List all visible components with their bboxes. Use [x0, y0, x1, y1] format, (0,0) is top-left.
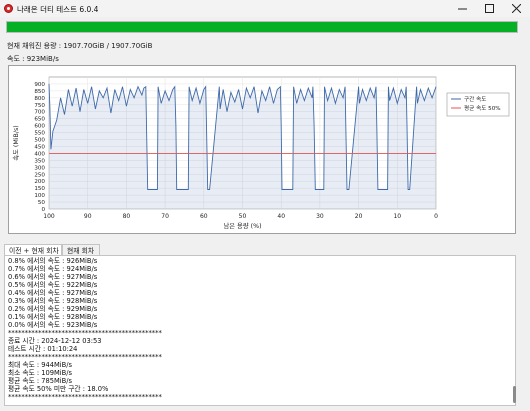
log-line: 0.7% 에서의 속도 : 924MiB/s [8, 265, 98, 273]
log-line: 종료 시간 : 2024-12-12 03:53 [8, 337, 102, 345]
y-tick-label: 600 [34, 124, 45, 130]
log-line: 0.4% 에서의 속도 : 927MiB/s [8, 289, 98, 297]
speed-label: 속도 : 923MiB/s [7, 55, 59, 63]
log-line: 0.2% 에서의 속도 : 929MiB/s [8, 305, 98, 313]
y-tick-label: 400 [34, 151, 45, 157]
x-tick-label: 90 [84, 213, 92, 220]
speed-chart: 0 50 100 150 200 250 300 350 400 450 500 550 600 650 7… [8, 65, 516, 234]
log-line: 0.8% 에서의 속도 : 926MiB/s [8, 257, 98, 265]
x-axis-label: 남은 용량 (%) [223, 221, 261, 230]
y-tick-label: 200 [34, 179, 45, 185]
x-tick-label: 30 [316, 213, 324, 220]
window-title: 나래온 더티 테스트 6.0.4 [17, 5, 99, 14]
y-tick-label: 150 [34, 186, 45, 192]
log-line: 최대 속도 : 944MiB/s [8, 361, 72, 369]
x-tick-label: 40 [277, 213, 285, 220]
x-tick-label: 10 [393, 213, 401, 220]
log-line: ****************************************… [8, 329, 162, 337]
log-line: 0.3% 에서의 속도 : 928MiB/s [8, 297, 98, 305]
y-tick-label: 800 [34, 96, 45, 102]
x-tick-label: 100 [43, 213, 55, 220]
log-line: 최소 속도 : 109MiB/s [8, 369, 72, 377]
progress-fill [7, 22, 517, 32]
y-tick-label: 50 [38, 200, 46, 206]
maximize-button[interactable] [476, 0, 503, 17]
y-tick-label: 750 [34, 103, 45, 109]
log-line: 0.6% 에서의 속도 : 927MiB/s [8, 273, 98, 281]
y-tick-label: 300 [34, 165, 45, 171]
log-scrollbar[interactable] [512, 255, 517, 406]
log-line: 테스트 시간 : 01:10:24 [8, 345, 78, 353]
legend-label: 구간 속도 [464, 95, 486, 103]
x-tick-label: 60 [200, 213, 208, 220]
y-tick-label: 900 [34, 82, 45, 88]
x-tick-label: 80 [123, 213, 131, 220]
minimize-icon [458, 8, 467, 10]
x-tick-label: 20 [355, 213, 363, 220]
scroll-thumb[interactable] [513, 386, 516, 403]
y-tick-label: 350 [34, 158, 45, 164]
log-line: 평균 속도 50% 미만 구간 : 18.0% [8, 385, 109, 393]
close-icon [511, 3, 522, 14]
maximize-icon [485, 4, 494, 13]
legend-label: 평균 속도 50% [464, 104, 501, 112]
log-line: ****************************************… [8, 353, 162, 361]
x-tick-label: 0 [434, 213, 438, 220]
speed-chart-svg: 0501001502002503003504004505005506006507… [12, 76, 510, 230]
y-tick-label: 650 [34, 117, 45, 123]
log-line: 0.1% 에서의 속도 : 928MiB/s [8, 313, 98, 321]
title-bar: 나래온 더티 테스트 6.0.4 [0, 0, 530, 17]
log-line: ****************************************… [8, 393, 162, 401]
log-line: 0.0% 에서의 속도 : 923MiB/s [8, 321, 98, 329]
minimize-button[interactable] [449, 0, 476, 17]
x-tick-label: 50 [239, 213, 247, 220]
y-axis-label: 속도 (MiB/s) [12, 125, 20, 160]
log-line: 0.5% 에서의 속도 : 922MiB/s [8, 281, 98, 289]
y-tick-label: 550 [34, 131, 45, 137]
y-tick-label: 850 [34, 89, 45, 95]
log-line: 평균 속도 : 785MiB/s [8, 377, 72, 385]
log-textbox[interactable]: 0.8% 에서의 속도 : 926MiB/s 0.7% 에서의 속도 : 924M… [4, 255, 516, 406]
y-tick-label: 500 [34, 138, 45, 144]
y-tick-label: 250 [34, 172, 45, 178]
fill-progress-bar [6, 21, 518, 33]
close-button[interactable] [503, 0, 530, 17]
y-tick-label: 700 [34, 110, 45, 116]
capacity-label: 현재 채워진 용량 : 1907.70GiB / 1907.70GiB [7, 42, 153, 50]
x-tick-label: 70 [161, 213, 169, 220]
app-icon [4, 4, 13, 13]
y-tick-label: 450 [34, 144, 45, 150]
y-tick-label: 100 [34, 193, 45, 199]
